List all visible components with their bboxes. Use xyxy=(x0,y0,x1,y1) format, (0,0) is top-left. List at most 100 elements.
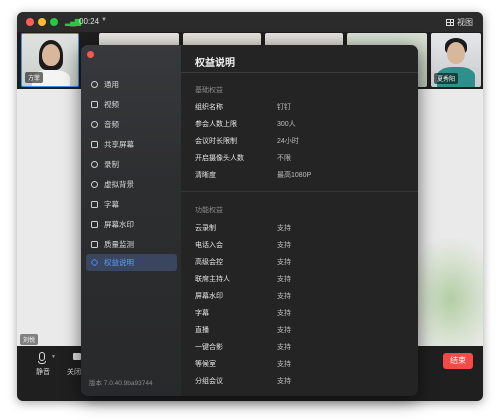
view-button-label: 视图 xyxy=(457,18,473,27)
sidebar-item-subtitle[interactable]: 字幕 xyxy=(86,196,177,213)
window-fullscreen-button[interactable] xyxy=(50,18,58,26)
chevron-down-icon[interactable]: ▼ xyxy=(101,17,107,23)
sidebar-item-quality-monitor[interactable]: 质量监测 xyxy=(86,236,177,253)
chevron-down-icon[interactable]: ▼ xyxy=(51,354,56,360)
sidebar-item-label: 权益说明 xyxy=(104,258,134,267)
meeting-timer[interactable]: 00:24 xyxy=(79,17,99,26)
sidebar-item-label: 字幕 xyxy=(104,200,119,209)
sidebar-item-video[interactable]: 视频 xyxy=(86,96,177,113)
rights-row: 字幕 支持 xyxy=(195,307,410,321)
sidebar-item-rights[interactable]: 权益说明 xyxy=(86,254,177,271)
rights-row: 联席主持人 支持 xyxy=(195,273,410,287)
rights-value: 钉钉 xyxy=(277,104,291,111)
sidebar-item-virtual-background[interactable]: 虚拟背景 xyxy=(86,176,177,193)
rights-value: 24小时 xyxy=(277,138,299,145)
sidebar-item-watermark[interactable]: 屏幕水印 xyxy=(86,216,177,233)
rights-row: 组织名称 钉钉 xyxy=(195,101,410,115)
rights-key: 清晰度 xyxy=(195,172,216,179)
participant-name-tag: 夏秀阳 xyxy=(434,73,459,84)
rights-value: 300人 xyxy=(277,121,296,128)
rights-key: 高级会控 xyxy=(195,259,223,266)
share-screen-icon xyxy=(91,141,98,148)
virtual-background-icon xyxy=(91,181,98,188)
rights-value: 支持 xyxy=(277,293,291,300)
participant-tile[interactable]: 夏秀阳 xyxy=(431,33,481,87)
microphone-stand-icon xyxy=(38,361,46,364)
participant-face xyxy=(42,44,60,66)
rights-value: 支持 xyxy=(277,225,291,232)
rights-value: 支持 xyxy=(277,259,291,266)
rights-panel: 权益说明 基础权益 组织名称 钉钉 参会人数上限 300人 会议时长限制 24小… xyxy=(181,45,418,396)
sidebar-item-label: 录制 xyxy=(104,160,119,169)
rights-value: 最高1080P xyxy=(277,172,312,179)
participant-tile[interactable]: 方菲 xyxy=(21,33,79,87)
sidebar-item-general[interactable]: 通用 xyxy=(86,76,177,93)
rights-row: 高级会控 支持 xyxy=(195,256,410,270)
rights-key: 联席主持人 xyxy=(195,276,230,283)
settings-sidebar: 通用 视频 音频 共享屏幕 录制 虚拟背景 字幕 屏幕水印 质量监测 权益说明 … xyxy=(81,45,181,396)
speaker-name-tag: 刘悦 xyxy=(20,334,39,345)
title-bar: ▂▄▆ 00:24 ▼ 视图 xyxy=(17,12,483,32)
gear-icon xyxy=(91,81,98,88)
rights-row: 会议时长限制 24小时 xyxy=(195,135,410,149)
rights-row: 参会人数上限 300人 xyxy=(195,118,410,132)
grid-view-icon xyxy=(446,19,454,26)
camera-button-label[interactable]: 关闭 xyxy=(67,367,81,377)
view-button[interactable]: 视图 xyxy=(446,17,473,28)
divider xyxy=(181,72,418,73)
rights-row: 等候室 支持 xyxy=(195,358,410,372)
rights-value: 支持 xyxy=(277,327,291,334)
sidebar-item-label: 质量监测 xyxy=(104,240,134,249)
section-title-basic: 基础权益 xyxy=(195,87,223,94)
rights-value: 不限 xyxy=(277,155,291,162)
sidebar-item-audio[interactable]: 音频 xyxy=(86,116,177,133)
mute-button-label[interactable]: 静音 xyxy=(36,367,50,377)
camera-icon[interactable] xyxy=(73,353,81,360)
rights-key: 屏幕水印 xyxy=(195,293,223,300)
settings-dialog: 通用 视频 音频 共享屏幕 录制 虚拟背景 字幕 屏幕水印 质量监测 权益说明 … xyxy=(81,45,418,396)
sidebar-item-record[interactable]: 录制 xyxy=(86,156,177,173)
rights-row: 一键合影 支持 xyxy=(195,341,410,355)
sidebar-item-share-screen[interactable]: 共享屏幕 xyxy=(86,136,177,153)
rights-row: 清晰度 最高1080P xyxy=(195,169,410,183)
rights-row: 分组会议 支持 xyxy=(195,375,410,389)
rights-key: 参会人数上限 xyxy=(195,121,237,128)
rights-value: 支持 xyxy=(277,276,291,283)
rights-value: 支持 xyxy=(277,378,291,385)
app-version: 版本 7.0.40.9ba93744 xyxy=(89,380,153,387)
sidebar-item-label: 视频 xyxy=(104,100,119,109)
participant-face xyxy=(447,42,465,64)
rights-key: 电话入会 xyxy=(195,242,223,249)
rights-key: 会议时长限制 xyxy=(195,138,237,145)
rights-key: 等候室 xyxy=(195,361,216,368)
rights-row: 云录制 支持 xyxy=(195,222,410,236)
rights-key: 云录制 xyxy=(195,225,216,232)
sidebar-item-label: 共享屏幕 xyxy=(104,140,134,149)
sidebar-item-label: 屏幕水印 xyxy=(104,220,134,229)
rights-row: 直播 支持 xyxy=(195,324,410,338)
sidebar-item-label: 音频 xyxy=(104,120,119,129)
sidebar-item-label: 通用 xyxy=(104,80,119,89)
window-minimize-button[interactable] xyxy=(38,18,46,26)
rights-value: 支持 xyxy=(277,361,291,368)
watermark-icon xyxy=(91,221,98,228)
close-dialog-button[interactable] xyxy=(87,51,94,58)
subtitle-icon xyxy=(91,201,98,208)
divider xyxy=(181,191,418,192)
diamond-icon xyxy=(90,258,99,267)
section-title-features: 功能权益 xyxy=(195,207,223,214)
end-meeting-button[interactable]: 结束 xyxy=(443,353,473,369)
page-title: 权益说明 xyxy=(195,58,235,69)
quality-monitor-icon xyxy=(91,241,98,248)
rights-value: 支持 xyxy=(277,242,291,249)
microphone-icon xyxy=(91,121,98,128)
rights-value: 支持 xyxy=(277,344,291,351)
rights-key: 分组会议 xyxy=(195,378,223,385)
video-icon xyxy=(91,101,98,108)
rights-key: 字幕 xyxy=(195,310,209,317)
microphone-icon[interactable] xyxy=(39,352,45,361)
record-icon xyxy=(91,161,98,168)
rights-key: 开启摄像头人数 xyxy=(195,155,244,162)
window-close-button[interactable] xyxy=(26,18,34,26)
participant-name-tag: 方菲 xyxy=(25,72,44,83)
